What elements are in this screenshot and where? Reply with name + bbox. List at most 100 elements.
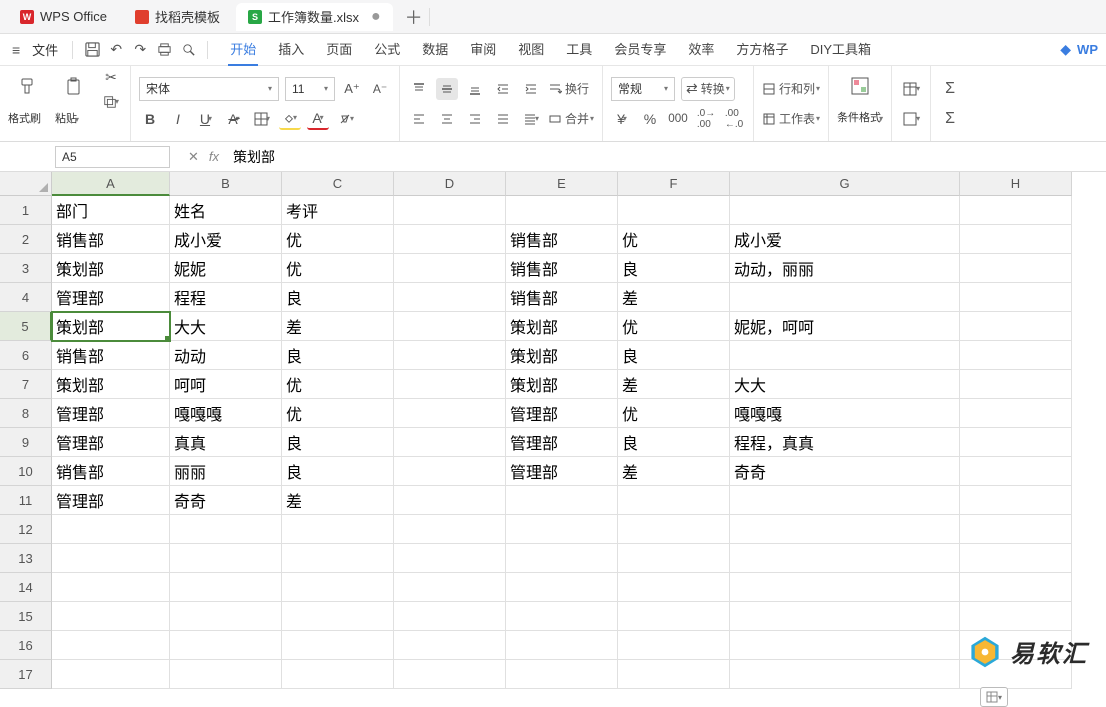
print-preview-icon[interactable] [177, 39, 199, 61]
cell-D6[interactable] [394, 341, 506, 370]
cell-C16[interactable] [282, 631, 394, 660]
row-header-2[interactable]: 2 [0, 225, 52, 254]
cell-C17[interactable] [282, 660, 394, 689]
row-header-14[interactable]: 14 [0, 573, 52, 602]
cell-C14[interactable] [282, 573, 394, 602]
cell-B6[interactable]: 动动 [170, 341, 282, 370]
formula-input[interactable] [229, 146, 1106, 168]
cell-F8[interactable]: 优 [618, 399, 730, 428]
tab-review[interactable]: 审阅 [468, 33, 498, 66]
cell-G8[interactable]: 嘎嘎嘎 [730, 399, 960, 428]
app-tab-wps[interactable]: W WPS Office [8, 3, 119, 31]
cell-E12[interactable] [506, 515, 618, 544]
cell-E4[interactable]: 销售部 [506, 283, 618, 312]
cell-E17[interactable] [506, 660, 618, 689]
row-header-12[interactable]: 12 [0, 515, 52, 544]
tab-efficiency[interactable]: 效率 [686, 33, 716, 66]
tab-home[interactable]: 开始 [228, 33, 258, 66]
underline-icon[interactable]: U▾ [195, 108, 217, 130]
cell-H5[interactable] [960, 312, 1072, 341]
cell-D8[interactable] [394, 399, 506, 428]
tab-diy[interactable]: DIY工具箱 [808, 33, 873, 66]
cell-H4[interactable] [960, 283, 1072, 312]
cell-A1[interactable]: 部门 [52, 196, 170, 225]
row-header-4[interactable]: 4 [0, 283, 52, 312]
tab-view[interactable]: 视图 [516, 33, 546, 66]
currency-icon[interactable]: ¥▾ [611, 108, 633, 130]
cell-B4[interactable]: 程程 [170, 283, 282, 312]
cell-B8[interactable]: 嘎嘎嘎 [170, 399, 282, 428]
cell-F11[interactable] [618, 486, 730, 515]
cell-F9[interactable]: 良 [618, 428, 730, 457]
decrease-decimal-icon[interactable]: .0→.00 [695, 108, 717, 130]
increase-indent-icon[interactable] [520, 78, 542, 100]
number-format-select[interactable]: 常规▾ [611, 77, 675, 101]
cell-C12[interactable] [282, 515, 394, 544]
cell-G16[interactable] [730, 631, 960, 660]
cell-F15[interactable] [618, 602, 730, 631]
cell-C5[interactable]: 差 [282, 312, 394, 341]
row-header-7[interactable]: 7 [0, 370, 52, 399]
justify-icon[interactable] [492, 108, 514, 130]
bold-icon[interactable]: B [139, 108, 161, 130]
cell-H12[interactable] [960, 515, 1072, 544]
cell-H7[interactable] [960, 370, 1072, 399]
align-center-icon[interactable] [436, 108, 458, 130]
cell-F13[interactable] [618, 544, 730, 573]
font-family-select[interactable]: 宋体▾ [139, 77, 279, 101]
cell-style-icon[interactable]: ▾ [900, 108, 922, 130]
cell-A10[interactable]: 销售部 [52, 457, 170, 486]
cell-E5[interactable]: 策划部 [506, 312, 618, 341]
cell-C15[interactable] [282, 602, 394, 631]
tab-ffgz[interactable]: 方方格子 [734, 33, 790, 66]
row-header-1[interactable]: 1 [0, 196, 52, 225]
sum-icon[interactable]: Σ [939, 78, 961, 100]
cell-F12[interactable] [618, 515, 730, 544]
cell-D5[interactable] [394, 312, 506, 341]
app-tab-workbook[interactable]: S 工作簿数量.xlsx ● [236, 3, 393, 31]
border-icon[interactable]: ▾ [251, 108, 273, 130]
cell-G7[interactable]: 大大 [730, 370, 960, 399]
cell-C3[interactable]: 优 [282, 254, 394, 283]
tab-tools[interactable]: 工具 [564, 33, 594, 66]
cell-G14[interactable] [730, 573, 960, 602]
file-menu[interactable]: 文件 [26, 36, 64, 63]
cell-D4[interactable] [394, 283, 506, 312]
column-header-C[interactable]: C [282, 172, 394, 196]
convert-button[interactable]: ⇄ 转换▾ [681, 77, 735, 101]
increase-decimal-icon[interactable]: .00←.0 [723, 108, 745, 130]
comma-icon[interactable]: 000 [667, 108, 689, 130]
cell-F5[interactable]: 优 [618, 312, 730, 341]
fill-color-icon[interactable]: ▾ [279, 108, 301, 130]
row-header-9[interactable]: 9 [0, 428, 52, 457]
paste-label[interactable]: 粘贴▾ [55, 110, 79, 126]
align-bottom-icon[interactable] [464, 78, 486, 100]
wp-label[interactable]: WP [1077, 42, 1098, 57]
cell-H15[interactable] [960, 602, 1072, 631]
cell-A17[interactable] [52, 660, 170, 689]
cell-B17[interactable] [170, 660, 282, 689]
cell-D2[interactable] [394, 225, 506, 254]
column-header-B[interactable]: B [170, 172, 282, 196]
percent-icon[interactable]: % [639, 108, 661, 130]
cell-C1[interactable]: 考评 [282, 196, 394, 225]
cell-E8[interactable]: 管理部 [506, 399, 618, 428]
worksheet-button[interactable]: 工作表▾ [762, 108, 820, 130]
row-header-10[interactable]: 10 [0, 457, 52, 486]
cell-D3[interactable] [394, 254, 506, 283]
cell-H2[interactable] [960, 225, 1072, 254]
cond-format-button[interactable]: 条件格式▾ [837, 109, 883, 125]
cell-A12[interactable] [52, 515, 170, 544]
format-table-icon[interactable]: ▾ [900, 78, 922, 100]
cell-A8[interactable]: 管理部 [52, 399, 170, 428]
cell-C9[interactable]: 良 [282, 428, 394, 457]
row-header-8[interactable]: 8 [0, 399, 52, 428]
cell-G4[interactable] [730, 283, 960, 312]
cell-G13[interactable] [730, 544, 960, 573]
font-color-icon[interactable]: A▾ [307, 108, 329, 130]
print-icon[interactable] [153, 39, 175, 61]
cell-H11[interactable] [960, 486, 1072, 515]
cell-B2[interactable]: 成小爱 [170, 225, 282, 254]
cell-E14[interactable] [506, 573, 618, 602]
cell-B1[interactable]: 姓名 [170, 196, 282, 225]
